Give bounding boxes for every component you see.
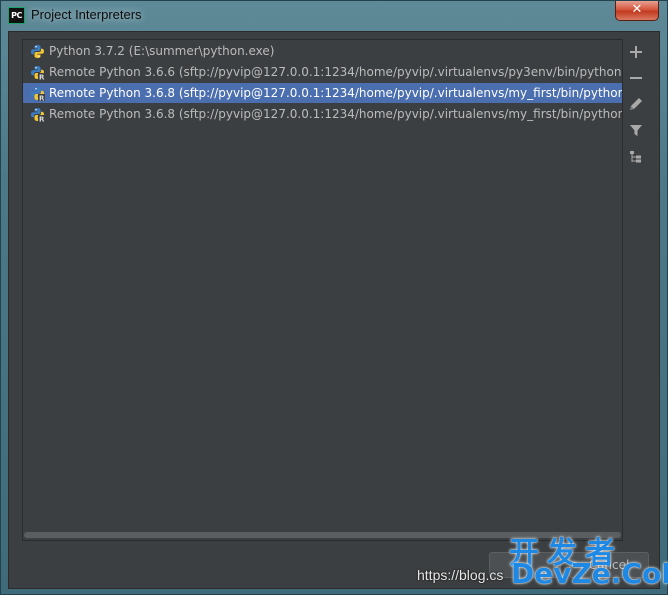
svg-text:R: R bbox=[39, 116, 45, 123]
interpreter-list[interactable]: Python 3.7.2 (E:\summer\python.exe) R Remo… bbox=[22, 39, 623, 541]
minus-icon bbox=[630, 77, 642, 79]
interpreter-list-item[interactable]: R Remote Python 3.6.8 (sftp://pyvip@127.0… bbox=[23, 104, 622, 124]
remote-python-icon: R bbox=[30, 107, 45, 124]
remove-interpreter-button[interactable] bbox=[627, 69, 645, 87]
filter-button[interactable] bbox=[627, 121, 645, 139]
pycharm-app-icon: PC bbox=[8, 7, 25, 24]
dialog-window: PC Project Interpreters ✕ Python 3.7.2 (… bbox=[0, 0, 668, 595]
remote-python-icon: R bbox=[30, 86, 45, 103]
dialog-content: Python 3.7.2 (E:\summer\python.exe) R Remo… bbox=[8, 31, 660, 589]
watermark-brand: DevZe.CoM bbox=[511, 557, 668, 590]
interpreter-label: Python 3.7.2 (E:\summer\python.exe) bbox=[49, 44, 275, 58]
interpreter-list-item[interactable]: R Remote Python 3.6.6 (sftp://pyvip@127.0… bbox=[23, 62, 622, 82]
interpreter-toolbar bbox=[625, 41, 647, 181]
plus-icon bbox=[630, 46, 642, 58]
tree-structure-icon bbox=[630, 151, 641, 163]
close-button[interactable]: ✕ bbox=[615, 1, 659, 21]
interpreter-label: Remote Python 3.6.8 (sftp://pyvip@127.0.… bbox=[49, 107, 622, 121]
interpreter-list-item[interactable]: R Remote Python 3.6.8 (sftp://pyvip@127.0… bbox=[23, 83, 622, 103]
remote-python-icon: R bbox=[30, 65, 45, 82]
svg-text:R: R bbox=[39, 74, 45, 81]
watermark-url: https://blog.cs bbox=[417, 567, 504, 583]
window-title: Project Interpreters bbox=[31, 7, 142, 22]
interpreter-list-item[interactable]: Python 3.7.2 (E:\summer\python.exe) bbox=[23, 41, 622, 61]
show-paths-button[interactable] bbox=[627, 148, 645, 166]
edit-interpreter-button[interactable] bbox=[627, 95, 645, 113]
add-interpreter-button[interactable] bbox=[627, 43, 645, 61]
svg-text:R: R bbox=[39, 95, 45, 102]
filter-icon bbox=[630, 125, 642, 136]
python-icon bbox=[30, 44, 45, 59]
title-bar[interactable]: PC Project Interpreters ✕ bbox=[1, 1, 667, 31]
interpreter-label: Remote Python 3.6.6 (sftp://pyvip@127.0.… bbox=[49, 65, 622, 79]
interpreter-label: Remote Python 3.6.8 (sftp://pyvip@127.0.… bbox=[49, 86, 622, 100]
pencil-icon bbox=[630, 98, 642, 110]
